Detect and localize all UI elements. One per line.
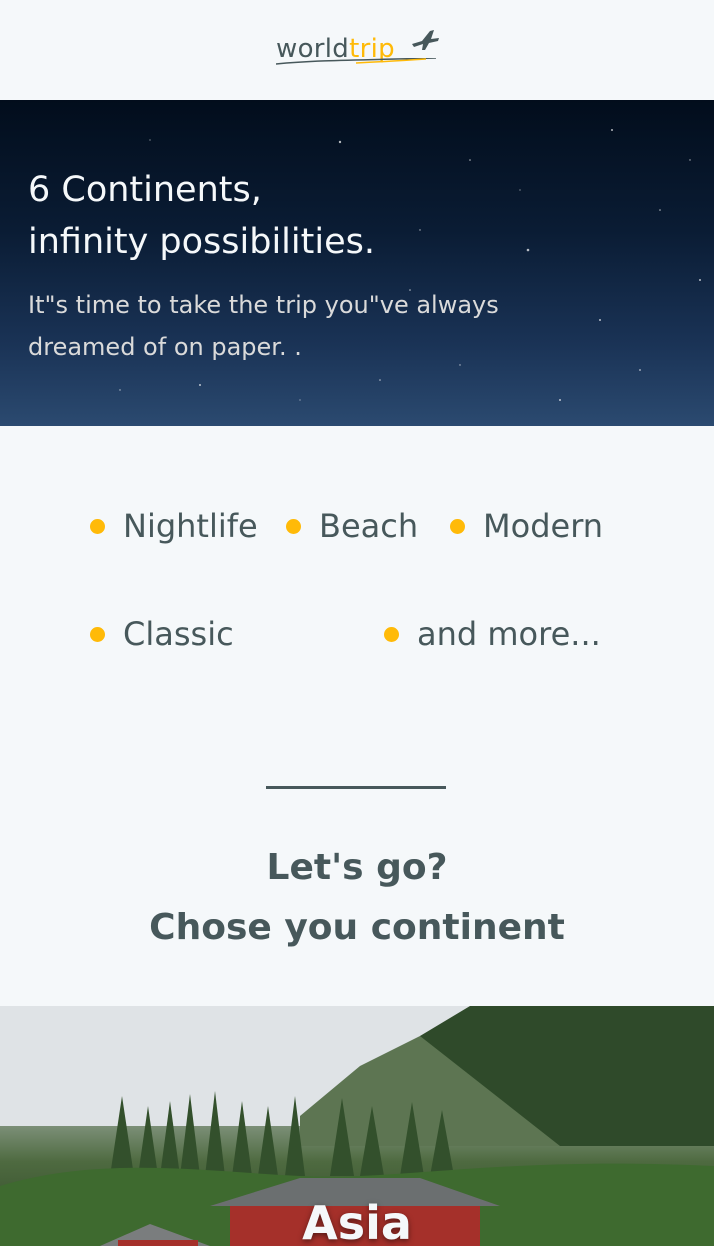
continent-slider[interactable]: Asia: [0, 1006, 714, 1246]
category-label: Nightlife: [123, 507, 258, 545]
category-label: Classic: [123, 615, 234, 653]
logo-text: worldtrip: [276, 34, 395, 64]
category-more: and more...: [384, 608, 601, 660]
cta-line1: Let's go?: [266, 847, 448, 888]
category-beach: Beach: [286, 500, 418, 552]
worldtrip-logo[interactable]: worldtrip: [276, 28, 439, 72]
category-modern: Modern: [450, 500, 603, 552]
dot-icon: [450, 518, 465, 534]
hero-subtitle: It"s time to take the trip you"ve always…: [28, 291, 499, 361]
logo-swoosh: [276, 58, 436, 65]
category-label: Beach: [319, 507, 419, 545]
hero-title-line1: 6 Continents,: [28, 170, 262, 210]
travel-categories: Nightlife Beach Modern Classic and more.…: [90, 500, 624, 670]
section-divider: [266, 786, 446, 789]
hero-title-line2: infinity possibilities.: [28, 222, 375, 262]
header: worldtrip: [0, 0, 714, 100]
category-label: and more...: [417, 615, 601, 653]
dot-icon: [90, 518, 105, 534]
hero-banner: 6 Continents, infinity possibilities. It…: [0, 100, 714, 426]
dot-icon: [384, 626, 399, 642]
slide-title[interactable]: Asia: [0, 1196, 714, 1246]
category-nightlife: Nightlife: [90, 500, 258, 552]
continent-cta-heading: Let's go? Chose you continent: [0, 838, 714, 958]
dot-icon: [286, 518, 301, 534]
cta-line2: Chose you continent: [149, 907, 565, 948]
hero-title: 6 Continents, infinity possibilities.: [28, 164, 588, 268]
category-classic: Classic: [90, 608, 234, 660]
airplane-icon: [412, 30, 439, 50]
dot-icon: [90, 626, 105, 642]
category-label: Modern: [483, 507, 604, 545]
